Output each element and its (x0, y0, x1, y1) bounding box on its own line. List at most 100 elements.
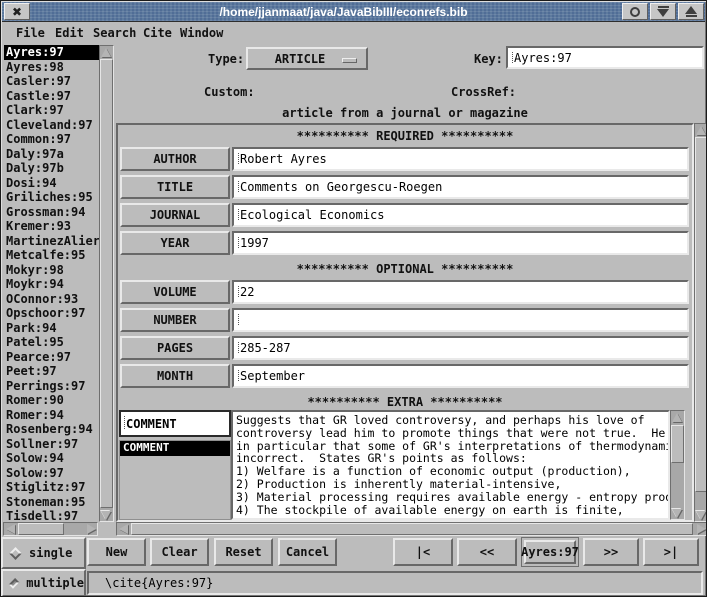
scrollbar-thumb[interactable] (131, 523, 693, 535)
list-item[interactable]: Castle:97 (4, 89, 99, 104)
list-item[interactable]: Griliches:95 (4, 190, 99, 205)
menu-edit[interactable]: Edit (55, 26, 84, 40)
list-item[interactable]: Stoneman:95 (4, 495, 99, 510)
scroll-right-button[interactable] (695, 523, 707, 535)
list-item[interactable]: Romer:94 (4, 408, 99, 423)
list-item[interactable]: Rosenberg:94 (4, 422, 99, 437)
clear-button[interactable]: Clear (150, 538, 209, 566)
scrollbar-thumb[interactable] (18, 523, 64, 535)
list-item[interactable]: Common:97 (4, 132, 99, 147)
nav-last-button[interactable]: >| (643, 538, 699, 566)
list-item[interactable]: OConnor:93 (4, 292, 99, 307)
journal-field-button[interactable]: JOURNAL (120, 203, 230, 227)
nav-next-button[interactable]: >> (583, 538, 639, 566)
list-item[interactable]: MartinezAlier:97 (4, 234, 99, 249)
volume-field-button[interactable]: VOLUME (120, 280, 230, 304)
cite-command-field[interactable]: \cite{Ayres:97} (87, 571, 703, 595)
list-item[interactable]: Solow:94 (4, 451, 99, 466)
month-field[interactable]: September (232, 364, 689, 388)
list-hscrollbar[interactable] (3, 522, 98, 536)
nav-first-button[interactable]: |< (393, 538, 453, 566)
list-item[interactable]: Stiglitz:97 (4, 480, 99, 495)
new-button[interactable]: New (87, 538, 146, 566)
list-item[interactable]: Grossman:94 (4, 205, 99, 220)
scroll-up-button[interactable] (695, 124, 707, 136)
window-title: /home/jjanmaat/java/JavaBibIII/econrefs.… (62, 5, 625, 19)
close-button[interactable]: ✖ (4, 3, 30, 20)
extra-field-name-input[interactable]: COMMENT (119, 410, 231, 437)
form-hscrollbar[interactable] (116, 522, 707, 536)
list-item[interactable]: Metcalfe:95 (4, 248, 99, 263)
list-item[interactable]: Moykr:94 (4, 277, 99, 292)
scroll-left-button[interactable] (117, 523, 129, 535)
scrollbar-thumb[interactable] (671, 425, 684, 463)
journal-field[interactable]: Ecological Economics (232, 203, 689, 227)
single-mode-toggle[interactable]: single (1, 537, 86, 569)
pages-field[interactable]: 285-287 (232, 336, 689, 360)
number-field[interactable] (232, 308, 689, 332)
list-item[interactable]: Peet:97 (4, 364, 99, 379)
nav-current-entry[interactable]: Ayres:97 (521, 537, 579, 567)
lower-window-button[interactable] (650, 3, 676, 20)
reset-button[interactable]: Reset (214, 538, 273, 566)
year-field-button[interactable]: YEAR (120, 231, 230, 255)
scroll-up-button[interactable] (100, 46, 112, 58)
extra-textarea[interactable]: Suggests that GR loved controversy, and … (231, 410, 670, 520)
scroll-up-icon (672, 413, 682, 422)
list-item[interactable]: Solow:97 (4, 466, 99, 481)
list-item[interactable]: Daly:97b (4, 161, 99, 176)
scrollbar-thumb[interactable] (695, 137, 707, 492)
maximize-button[interactable] (622, 3, 648, 20)
list-item[interactable]: Ayres:98 (4, 60, 99, 75)
scroll-right-button[interactable] (85, 523, 97, 535)
author-field[interactable]: Robert Ayres (232, 147, 689, 171)
list-item[interactable]: Tisdell:97 (4, 509, 99, 521)
type-dropdown[interactable]: ARTICLE (246, 47, 368, 70)
list-item[interactable]: Romer:90 (4, 393, 99, 408)
list-item[interactable]: Park:94 (4, 321, 99, 336)
scrollbar-thumb[interactable] (100, 59, 113, 508)
year-field[interactable]: 1997 (232, 231, 689, 255)
nav-prev-button[interactable]: << (457, 538, 517, 566)
list-item[interactable]: Opschoor:97 (4, 306, 99, 321)
menu-search[interactable]: Search (93, 26, 136, 40)
title-field-button[interactable]: TITLE (120, 175, 230, 199)
key-field[interactable]: Ayres:97 (506, 46, 704, 69)
scroll-up-button[interactable] (671, 411, 683, 423)
menu-cite[interactable]: Cite (143, 26, 172, 40)
list-item[interactable]: Clark:97 (4, 103, 99, 118)
extra-vscrollbar[interactable] (670, 410, 685, 520)
list-item[interactable]: Mokyr:98 (4, 263, 99, 278)
list-item[interactable]: Pearce:97 (4, 350, 99, 365)
extra-field-list[interactable]: COMMENT (119, 440, 231, 520)
menu-window[interactable]: Window (180, 26, 223, 40)
list-item[interactable]: Patel:95 (4, 335, 99, 350)
list-item[interactable]: Kremer:93 (4, 219, 99, 234)
list-item[interactable]: Ayres:97 (4, 45, 99, 60)
list-item[interactable]: COMMENT (120, 441, 230, 456)
scroll-down-button[interactable] (100, 509, 112, 521)
list-item[interactable]: Casler:97 (4, 74, 99, 89)
menu-file[interactable]: File (16, 26, 45, 40)
list-vscrollbar[interactable] (99, 45, 114, 522)
scroll-down-button[interactable] (671, 507, 683, 519)
scroll-down-button[interactable] (695, 509, 707, 521)
month-field-button[interactable]: MONTH (120, 364, 230, 388)
entry-form-panel: ********** REQUIRED ********** AUTHOR Ro… (116, 123, 694, 522)
list-item[interactable]: Dosi:94 (4, 176, 99, 191)
titlebar[interactable]: ✖ /home/jjanmaat/java/JavaBibIII/econref… (2, 2, 705, 22)
multiple-mode-toggle[interactable]: multiple (1, 569, 86, 597)
list-item[interactable]: Perrings:97 (4, 379, 99, 394)
form-vscrollbar[interactable] (694, 123, 707, 522)
pages-field-button[interactable]: PAGES (120, 336, 230, 360)
list-item[interactable]: Daly:97a (4, 147, 99, 162)
author-field-button[interactable]: AUTHOR (120, 147, 230, 171)
scroll-left-button[interactable] (4, 523, 16, 535)
list-item[interactable]: Cleveland:97 (4, 118, 99, 133)
title-field[interactable]: Comments on Georgescu-Roegen (232, 175, 689, 199)
volume-field[interactable]: 22 (232, 280, 689, 304)
list-item[interactable]: Sollner:97 (4, 437, 99, 452)
cancel-button[interactable]: Cancel (278, 538, 337, 566)
number-field-button[interactable]: NUMBER (120, 308, 230, 332)
raise-window-button[interactable] (678, 3, 704, 20)
